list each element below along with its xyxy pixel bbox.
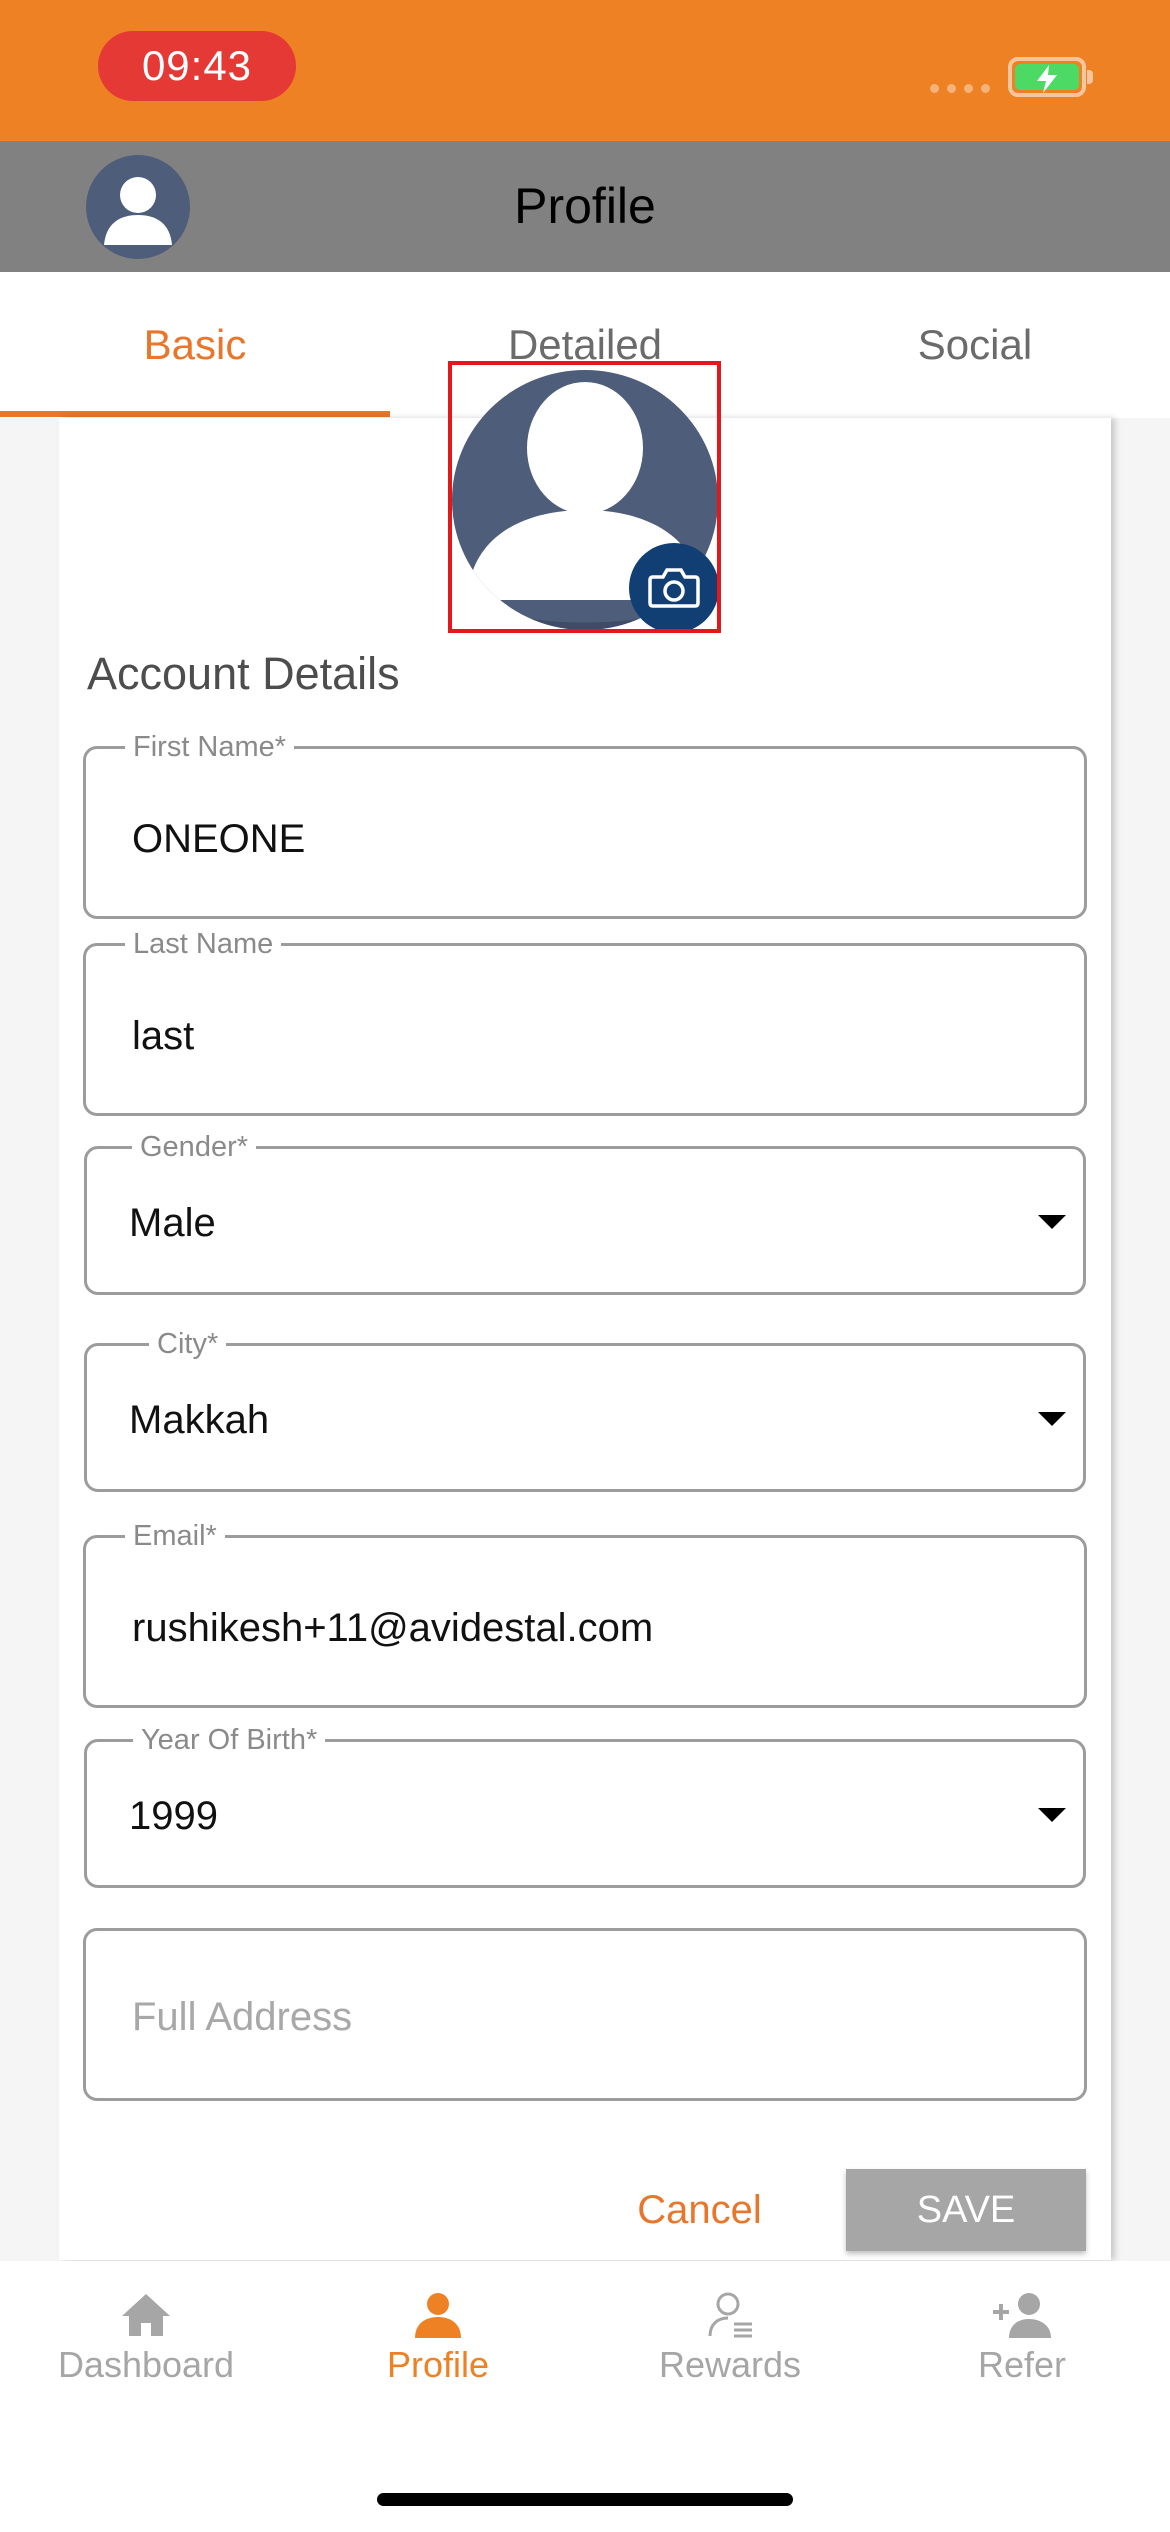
last-name-field[interactable]: Last Name last (83, 928, 1087, 1116)
nav-label-rewards: Rewards (658, 2344, 802, 2385)
email-value: rushikesh+11@avidestal.com (132, 1606, 654, 1650)
email-label: Email* (125, 1520, 225, 1552)
full-address-field[interactable]: Full Address (83, 1928, 1087, 2101)
tab-basic[interactable]: Basic (0, 272, 390, 418)
nav-item-refer[interactable]: Refer (876, 2292, 1168, 2386)
status-time: 09:43 (98, 31, 296, 101)
save-button[interactable]: SAVE (846, 2169, 1086, 2251)
add-person-icon (993, 2293, 1051, 2338)
home-icon (122, 2294, 170, 2336)
nav-label-dashboard: Dashboard (57, 2344, 235, 2385)
year-of-birth-label: Year Of Birth* (133, 1724, 326, 1756)
gender-label: Gender* (132, 1131, 257, 1163)
year-of-birth-select[interactable]: Year Of Birth* 1999 (84, 1724, 1086, 1888)
home-indicator (377, 2493, 793, 2506)
city-label: City* (149, 1328, 227, 1360)
city-select[interactable]: City* Makkah (84, 1328, 1086, 1492)
chevron-down-icon (1038, 1215, 1066, 1229)
active-tab-indicator (0, 411, 390, 417)
gender-select[interactable]: Gender* Male (84, 1131, 1086, 1295)
last-name-label: Last Name (125, 928, 282, 960)
first-name-field[interactable]: First Name* ONEONE (83, 731, 1087, 919)
battery-icon (1008, 57, 1086, 97)
rewards-icon (708, 2292, 752, 2338)
full-address-placeholder: Full Address (132, 1995, 353, 2039)
signal-icon (930, 84, 990, 93)
first-name-value: ONEONE (132, 817, 306, 861)
person-icon (415, 2293, 461, 2338)
tab-social[interactable]: Social (780, 272, 1170, 418)
page-title: Profile (514, 178, 656, 234)
nav-label-refer: Refer (977, 2344, 1067, 2385)
email-field[interactable]: Email* rushikesh+11@avidestal.com (83, 1520, 1087, 1708)
profile-photo-highlight (448, 361, 721, 633)
nav-item-rewards[interactable]: Rewards (584, 2292, 876, 2386)
battery-cap (1087, 70, 1093, 84)
nav-item-profile[interactable]: Profile (292, 2292, 584, 2386)
gender-value: Male (129, 1201, 216, 1245)
nav-label-profile: Profile (386, 2344, 490, 2385)
city-value: Makkah (129, 1398, 270, 1442)
section-title: Account Details (87, 648, 400, 699)
cancel-button[interactable]: Cancel (612, 2170, 787, 2250)
last-name-value: last (132, 1014, 195, 1058)
chevron-down-icon (1038, 1808, 1066, 1822)
status-bar: 09:43 (0, 0, 1170, 141)
nav-item-dashboard[interactable]: Dashboard (0, 2292, 292, 2386)
year-of-birth-value: 1999 (129, 1794, 218, 1838)
chevron-down-icon (1038, 1412, 1066, 1426)
first-name-label: First Name* (125, 731, 295, 763)
